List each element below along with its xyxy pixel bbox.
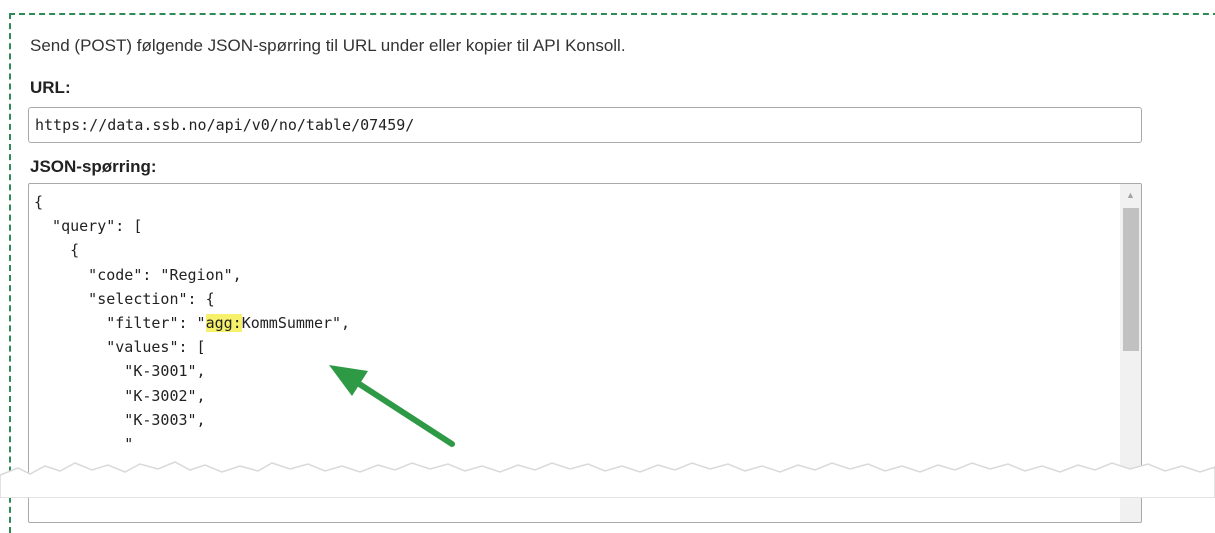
json-query-label: JSON-spørring: <box>30 157 157 176</box>
code-line: " <box>34 435 134 454</box>
code-line: "K-3003", <box>34 410 206 429</box>
code-line: "query": [ <box>34 217 143 236</box>
code-line: { <box>34 241 80 260</box>
code-line: "K-3002", <box>34 386 206 405</box>
code-line: KommSummer", <box>241 314 351 333</box>
code-line: "filter": " <box>34 314 206 333</box>
code-line: "K-3001", <box>34 362 206 381</box>
code-line: "selection": { <box>34 289 215 308</box>
url-input[interactable] <box>28 107 1142 143</box>
json-query-textarea[interactable]: { "query": [ { "code": "Region", "select… <box>28 183 1142 523</box>
code-line: { <box>34 193 44 211</box>
code-line: "values": [ <box>34 338 206 357</box>
json-code: { "query": [ { "code": "Region", "select… <box>34 190 350 456</box>
code-line: "code": "Region", <box>34 265 242 284</box>
vertical-scrollbar[interactable]: ▲ <box>1120 184 1141 522</box>
intro-text: Send (POST) følgende JSON-spørring til U… <box>30 36 626 55</box>
scroll-up-arrow-icon[interactable]: ▲ <box>1120 188 1141 202</box>
scrollbar-thumb[interactable] <box>1123 208 1139 351</box>
url-label: URL: <box>30 78 71 97</box>
agg-highlight: agg: <box>205 314 242 333</box>
